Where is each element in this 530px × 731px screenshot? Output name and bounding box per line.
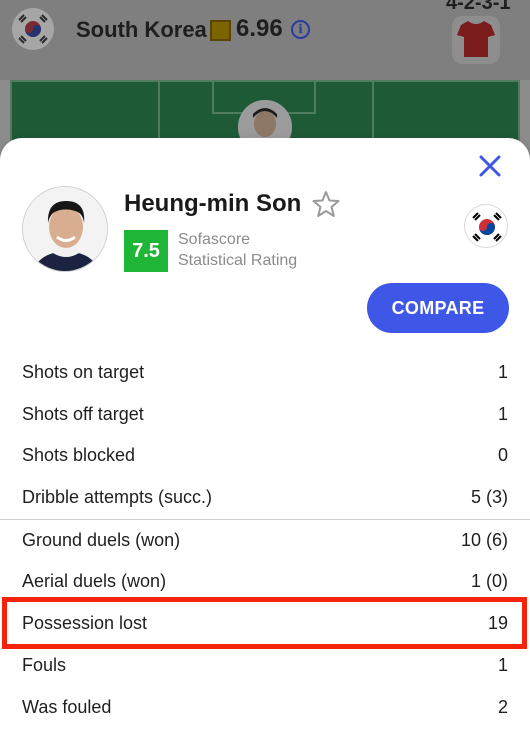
section-divider <box>0 519 530 520</box>
stat-label: Aerial duels (won) <box>22 571 167 591</box>
stat-value: 1 <box>497 655 508 675</box>
stat-row-shots-blocked: Shots blocked 0 <box>0 436 530 478</box>
korea-flag-icon <box>12 8 54 50</box>
stat-value: 10 (6) <box>460 530 508 550</box>
stat-label: Dribble attempts (succ.) <box>22 487 213 507</box>
team-rating: 6.96 <box>236 15 283 42</box>
stat-label: Fouls <box>22 655 67 675</box>
stat-label: Shots off target <box>22 404 144 424</box>
rating-source-label: Sofascore <box>178 231 251 248</box>
shirt-icon <box>452 16 500 64</box>
formation: 4-2-3-1 <box>446 0 511 14</box>
stat-row-shots-off-target: Shots off target 1 <box>0 395 530 437</box>
stat-row-shots-on-target: Shots on target 1 <box>0 353 530 395</box>
stat-value: 5 (3) <box>470 487 508 507</box>
korea-flag-icon <box>464 204 508 248</box>
highlight-box <box>2 597 527 649</box>
stat-value: 1 <box>497 404 508 424</box>
stat-label: Shots blocked <box>22 445 136 465</box>
stat-row-was-fouled: Was fouled 2 <box>0 688 530 730</box>
info-icon[interactable]: i <box>291 20 310 39</box>
team-name: South Korea <box>76 17 207 42</box>
stat-value: 0 <box>497 445 508 465</box>
stat-row-dribble-attempts: Dribble attempts (succ.) 5 (3) <box>0 478 530 520</box>
favorite-star-icon[interactable] <box>312 190 340 218</box>
stat-label: Was fouled <box>22 697 112 717</box>
rating-type-label: Statistical Rating <box>178 252 298 269</box>
close-icon[interactable] <box>476 152 504 180</box>
stat-label: Ground duels (won) <box>22 530 181 550</box>
stat-row-fouls: Fouls 1 <box>0 646 530 688</box>
stat-value: 2 <box>497 697 508 717</box>
compare-button[interactable]: COMPARE <box>367 283 509 333</box>
stat-label: Shots on target <box>22 362 145 382</box>
team-rating-square <box>210 20 231 41</box>
stat-value: 1 <box>497 362 508 382</box>
player-name: Heung-min Son <box>124 190 302 217</box>
stat-row-ground-duels: Ground duels (won) 10 (6) <box>0 521 530 563</box>
player-rating-badge: 7.5 <box>124 230 168 272</box>
stat-value: 1 (0) <box>470 571 508 591</box>
player-avatar <box>22 186 108 272</box>
